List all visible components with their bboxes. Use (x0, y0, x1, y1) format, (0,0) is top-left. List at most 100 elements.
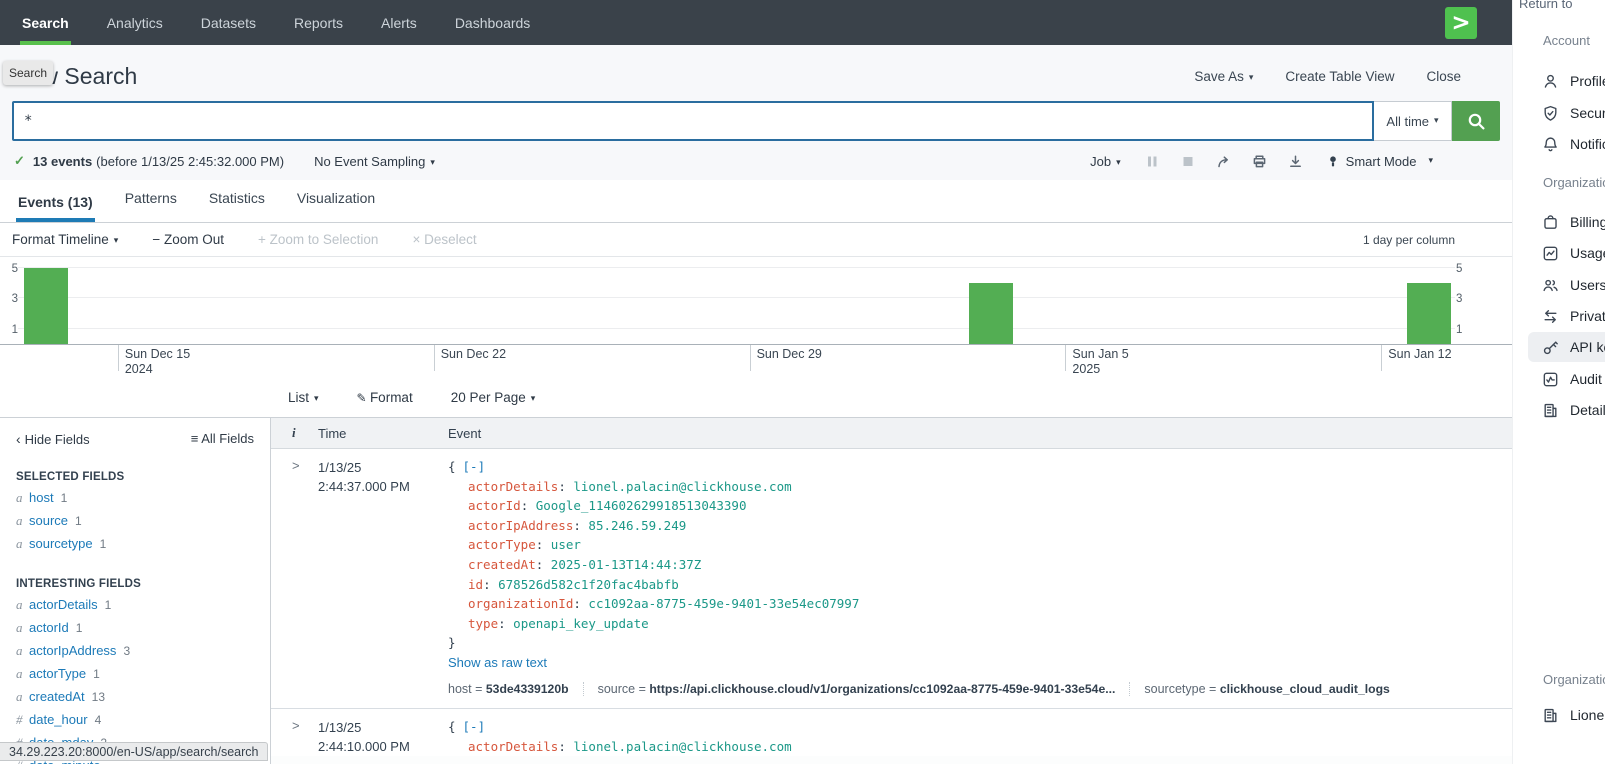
y-axis-label: 1 (2, 324, 18, 336)
create-table-view-button[interactable]: Create Table View (1285, 69, 1394, 84)
show-raw-text-link[interactable]: Show as raw text (448, 655, 547, 670)
menu-item-billing[interactable]: Billing (1528, 207, 1605, 237)
share-icon[interactable] (1217, 154, 1231, 168)
field-item-source[interactable]: asource1 (16, 513, 254, 529)
meta-source[interactable]: sourcehttps://api.clickhouse.cloud/v1/or… (583, 682, 1130, 696)
billing-icon (1542, 214, 1559, 231)
json-collapse-toggle[interactable]: [-] (463, 719, 486, 734)
menu-item-private-endpoints[interactable]: Private endpoints (1528, 301, 1605, 331)
nav-item-analytics[interactable]: Analytics (105, 0, 165, 45)
search-input[interactable] (12, 101, 1374, 141)
expand-chevron-icon[interactable]: > (271, 709, 318, 756)
timeline-bar[interactable] (24, 268, 68, 344)
event-count: 13 events (33, 154, 92, 169)
event-meta: host53de4339120b sourcehttps://api.click… (448, 674, 1512, 708)
print-icon[interactable] (1253, 154, 1267, 168)
field-item-createdAt[interactable]: acreatedAt13 (16, 689, 254, 705)
event-json: {[-] actorDetailslionel.palacin@clickhou… (448, 717, 1512, 756)
event-time: 1/13/25 2:44:10.000 PM (318, 709, 448, 756)
all-fields-button[interactable]: All Fields (191, 431, 254, 447)
x-axis-tick: Sun Dec 152024 (118, 345, 190, 371)
job-status-bar: ✓ 13 events(before 1/13/25 2:45:32.000 P… (12, 141, 1500, 179)
stop-icon[interactable] (1181, 154, 1195, 168)
menu-item-users[interactable]: Users (1528, 270, 1605, 300)
audit-pulse-icon (1542, 371, 1559, 388)
event-json: {[-] actorDetailslionel.palacin@clickhou… (448, 457, 1512, 653)
search-button[interactable] (1452, 101, 1500, 141)
timeline-controls: Format Timeline Zoom Out Zoom to Selecti… (0, 223, 1512, 256)
menu-item-organization-lionel[interactable]: Lionel (1528, 700, 1605, 730)
menu-item-api-keys[interactable]: API keys (1528, 332, 1605, 362)
timeline-chart[interactable]: 113355 (0, 256, 1512, 345)
menu-item-usage[interactable]: Usage (1528, 238, 1605, 268)
search-tooltip: Search (3, 61, 53, 85)
y-axis-label: 1 (1456, 324, 1472, 336)
nav-item-dashboards[interactable]: Dashboards (453, 0, 533, 45)
save-as-button[interactable]: Save As (1194, 69, 1253, 84)
list-view-dropdown[interactable]: List (288, 390, 319, 405)
meta-host[interactable]: host53de4339120b (448, 682, 583, 696)
x-axis-tick: Sun Jan 52025 (1065, 345, 1128, 371)
field-item-actorId[interactable]: aactorId1 (16, 620, 254, 636)
field-item-actorIpAddress[interactable]: aactorIpAddress3 (16, 643, 254, 659)
hide-fields-button[interactable]: Hide Fields (16, 431, 90, 447)
tab-events[interactable]: Events (13) (16, 194, 95, 222)
field-item-actorDetails[interactable]: aactorDetails1 (16, 597, 254, 613)
splunk-logo-icon[interactable]: > (1445, 7, 1477, 39)
job-menu[interactable]: Job (1090, 154, 1121, 169)
nav-item-datasets[interactable]: Datasets (199, 0, 258, 45)
close-button[interactable]: Close (1426, 69, 1461, 84)
zoom-out-button[interactable]: Zoom Out (152, 232, 224, 247)
shield-check-icon (1542, 105, 1559, 122)
nav-item-reports[interactable]: Reports (292, 0, 345, 45)
menu-item-details[interactable]: Details (1528, 395, 1605, 425)
interesting-fields-header: INTERESTING FIELDS (16, 578, 254, 590)
timeline-axis: Sun Dec 152024Sun Dec 22Sun Dec 29Sun Ja… (18, 345, 1455, 377)
building-icon (1542, 402, 1559, 419)
col-header-event: Event (448, 426, 1512, 441)
format-results-button[interactable]: Format (357, 390, 413, 405)
export-icon[interactable] (1289, 154, 1303, 168)
account-panel: Return to Account Profile Security Notif… (1512, 0, 1605, 764)
results-toolbar: List Format 20 Per Page (0, 377, 1512, 417)
timeline-bar[interactable] (969, 283, 1013, 344)
tab-statistics[interactable]: Statistics (207, 190, 267, 222)
expand-chevron-icon[interactable]: > (271, 449, 318, 708)
top-nav: Search Analytics Datasets Reports Alerts… (0, 0, 1512, 45)
format-timeline-dropdown[interactable]: Format Timeline (12, 232, 118, 247)
search-mode-selector[interactable]: Smart Mode (1327, 154, 1433, 169)
selected-fields-header: SELECTED FIELDS (16, 471, 254, 483)
nav-item-alerts[interactable]: Alerts (379, 0, 419, 45)
field-item-host[interactable]: ahost1 (16, 490, 254, 506)
per-page-dropdown[interactable]: 20 Per Page (451, 390, 536, 405)
time-range-picker[interactable]: All time (1374, 101, 1452, 141)
y-axis-label: 3 (1456, 293, 1472, 305)
event-sampling-dropdown[interactable]: No Event Sampling (314, 154, 435, 169)
screen: Search Analytics Datasets Reports Alerts… (0, 0, 1605, 764)
nav-item-search[interactable]: Search (20, 0, 71, 45)
tab-visualization[interactable]: Visualization (295, 190, 377, 222)
zoom-to-selection-button[interactable]: Zoom to Selection (258, 232, 378, 247)
menu-item-notifications[interactable]: Notifications (1528, 129, 1605, 159)
search-bar: All time (12, 101, 1500, 141)
pause-icon[interactable] (1145, 154, 1159, 168)
key-icon (1542, 339, 1559, 356)
json-collapse-toggle[interactable]: [-] (463, 459, 486, 474)
account-section-header: Account (1543, 33, 1590, 48)
timeline-bar[interactable] (1407, 283, 1451, 344)
menu-item-profile[interactable]: Profile (1528, 66, 1605, 96)
timeline-plot-inner (18, 257, 1455, 344)
field-item-actorType[interactable]: aactorType1 (16, 666, 254, 682)
field-item-date_hour[interactable]: #date_hour4 (16, 712, 254, 728)
menu-item-audit[interactable]: Audit (1528, 364, 1605, 394)
gridline (18, 267, 1455, 268)
meta-sourcetype[interactable]: sourcetypeclickhouse_cloud_audit_logs (1129, 682, 1403, 696)
field-item-sourcetype[interactable]: asourcetype1 (16, 536, 254, 552)
search-header: New Search Save As Create Table View Clo… (0, 45, 1512, 180)
event-count-qualifier: (before 1/13/25 2:45:32.000 PM) (96, 154, 284, 169)
flashlight-icon (1327, 155, 1339, 168)
return-to-link[interactable]: Return to (1519, 0, 1572, 11)
deselect-button[interactable]: Deselect (412, 232, 476, 247)
menu-item-security[interactable]: Security (1528, 98, 1605, 128)
tab-patterns[interactable]: Patterns (123, 190, 179, 222)
